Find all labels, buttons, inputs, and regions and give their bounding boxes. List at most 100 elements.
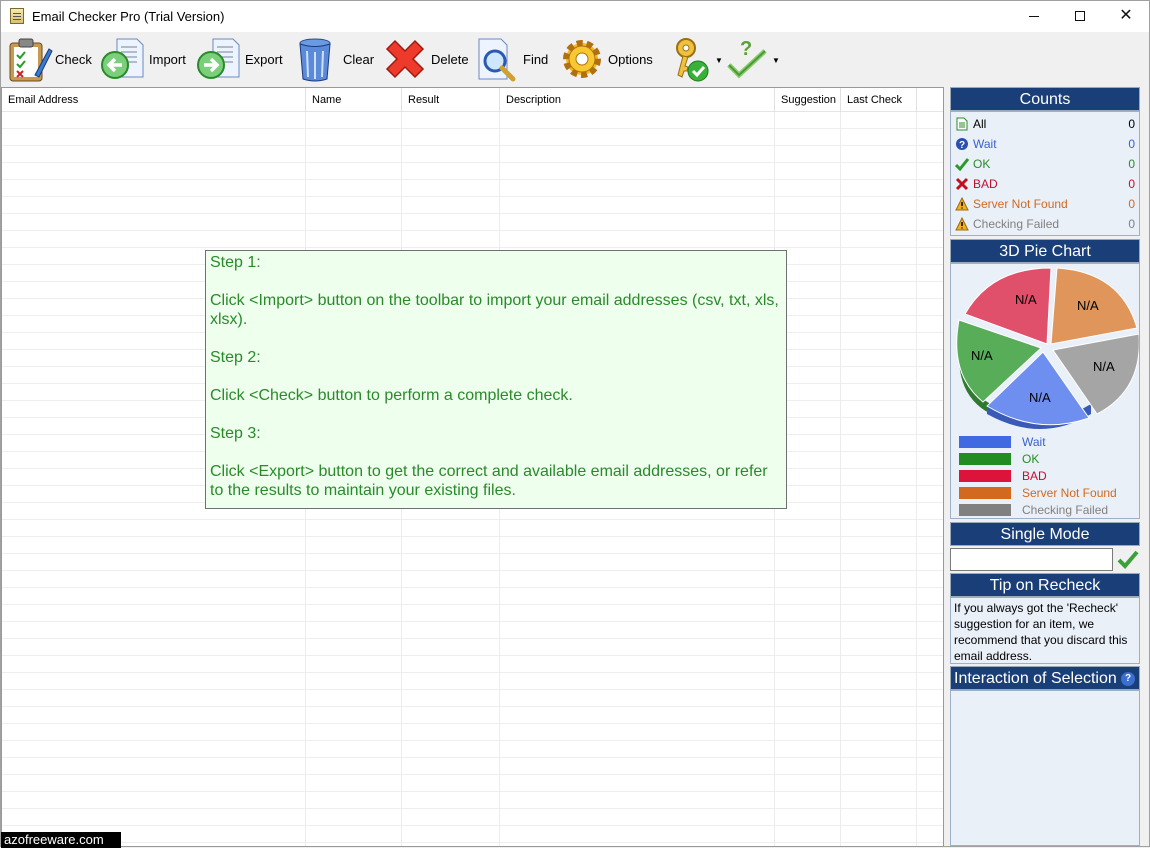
interaction-header[interactable]: Interaction of Selection ? bbox=[950, 666, 1140, 690]
legend-label-checking-failed: Checking Failed bbox=[1022, 503, 1109, 517]
pie-chart: N/A N/A N/A N/A N/A bbox=[956, 267, 1139, 429]
step1-title: Step 1: bbox=[210, 254, 261, 271]
step2-title: Step 2: bbox=[210, 349, 261, 366]
tip-text: If you always got the 'Recheck' suggesti… bbox=[954, 601, 1128, 663]
tip-panel: If you always got the 'Recheck' suggesti… bbox=[950, 597, 1140, 664]
help-dropdown-arrow-icon[interactable]: ▼ bbox=[772, 56, 780, 65]
pie-label-ok: N/A bbox=[971, 348, 993, 363]
check-button[interactable]: Check bbox=[5, 34, 92, 84]
count-label-all: All bbox=[973, 117, 987, 131]
count-row-server-not-found[interactable]: Server Not Found 0 bbox=[955, 194, 1137, 214]
cross-icon bbox=[955, 177, 969, 191]
count-value-checking-failed: 0 bbox=[1128, 217, 1135, 231]
red-x-icon bbox=[385, 39, 425, 79]
count-label-wait: Wait bbox=[973, 137, 997, 151]
count-row-all[interactable]: All 0 bbox=[955, 114, 1137, 134]
count-label-bad: BAD bbox=[973, 177, 998, 191]
app-clipboard-icon bbox=[10, 8, 24, 24]
step2-text: Click <Check> button to perform a comple… bbox=[210, 387, 573, 404]
clear-button[interactable]: Clear bbox=[293, 34, 374, 84]
legend-label-wait: Wait bbox=[1022, 435, 1046, 449]
column-header-email[interactable]: Email Address bbox=[2, 88, 306, 112]
legend-label-server-not-found: Server Not Found bbox=[1022, 486, 1117, 500]
export-button[interactable]: Export bbox=[195, 34, 283, 84]
count-row-wait[interactable]: ? Wait 0 bbox=[955, 134, 1137, 154]
count-row-ok[interactable]: OK 0 bbox=[955, 154, 1137, 174]
column-header-description[interactable]: Description bbox=[500, 88, 775, 112]
key-dropdown-arrow-icon[interactable]: ▼ bbox=[715, 56, 723, 65]
window-title: Email Checker Pro (Trial Version) bbox=[32, 9, 225, 24]
minimize-button[interactable] bbox=[1011, 1, 1057, 32]
find-button[interactable]: Find bbox=[473, 34, 548, 84]
column-header-result[interactable]: Result bbox=[402, 88, 500, 112]
close-button[interactable]: ✕ bbox=[1103, 1, 1149, 32]
title-bar: Email Checker Pro (Trial Version) ✕ bbox=[1, 1, 1149, 32]
toolbar: Check Import Export Clear Delete Find Op… bbox=[1, 32, 1149, 86]
find-label: Find bbox=[523, 51, 549, 67]
count-row-checking-failed[interactable]: Checking Failed 0 bbox=[955, 214, 1137, 234]
legend-label-ok: OK bbox=[1022, 452, 1040, 466]
interaction-panel bbox=[950, 690, 1140, 846]
trash-can-icon bbox=[299, 38, 331, 82]
import-icon bbox=[101, 38, 144, 79]
legend-swatch-server-not-found bbox=[959, 487, 1011, 499]
gear-icon bbox=[563, 40, 601, 78]
warning-icon bbox=[955, 217, 969, 231]
column-header-last-check[interactable]: Last Check bbox=[841, 88, 917, 112]
count-value-wait: 0 bbox=[1128, 137, 1135, 151]
key-icon bbox=[676, 38, 709, 82]
legend-label-bad: BAD bbox=[1022, 469, 1047, 483]
options-button[interactable]: Options bbox=[558, 34, 653, 84]
count-label-server-not-found: Server Not Found bbox=[973, 197, 1068, 211]
single-email-input[interactable] bbox=[950, 548, 1113, 571]
count-value-ok: 0 bbox=[1128, 157, 1135, 171]
export-label: Export bbox=[245, 51, 283, 67]
export-icon bbox=[197, 38, 240, 79]
register-key-button[interactable]: ▼ bbox=[666, 34, 723, 84]
pie-label-bad: N/A bbox=[1015, 292, 1037, 307]
single-check-icon[interactable] bbox=[1116, 547, 1140, 571]
column-header-name[interactable]: Name bbox=[306, 88, 402, 112]
help-button[interactable]: ? ▼ bbox=[723, 34, 780, 84]
options-label: Options bbox=[608, 51, 653, 67]
warning-icon bbox=[955, 197, 969, 211]
pie-chart-panel: N/A N/A N/A N/A N/A Wait OK BAD Server N… bbox=[950, 263, 1140, 519]
find-magnifier-icon bbox=[478, 38, 516, 82]
count-label-checking-failed: Checking Failed bbox=[973, 217, 1060, 231]
site-watermark: azofreeware.com bbox=[1, 832, 121, 848]
step1-text: Click <Import> button on the toolbar to … bbox=[210, 292, 779, 328]
help-icon[interactable]: ? bbox=[1121, 672, 1135, 686]
legend-swatch-wait bbox=[959, 436, 1011, 448]
svg-text:?: ? bbox=[740, 38, 752, 60]
legend-swatch-bad bbox=[959, 470, 1011, 482]
pie-label-server-not-found: N/A bbox=[1077, 298, 1099, 313]
legend-swatch-ok bbox=[959, 453, 1011, 465]
document-icon bbox=[956, 117, 968, 131]
step3-title: Step 3: bbox=[210, 425, 261, 442]
import-label: Import bbox=[149, 51, 186, 67]
getting-started-steps: Step 1: Click <Import> button on the too… bbox=[205, 250, 787, 509]
count-row-bad[interactable]: BAD 0 bbox=[955, 174, 1137, 194]
column-header-suggestion[interactable]: Suggestion bbox=[775, 88, 841, 112]
import-button[interactable]: Import bbox=[99, 34, 186, 84]
maximize-button[interactable] bbox=[1057, 1, 1103, 32]
counts-panel: All 0 ? Wait 0 OK 0 BAD 0 Server Not Fou… bbox=[950, 111, 1140, 236]
question-icon: ? bbox=[956, 138, 968, 151]
tip-header[interactable]: Tip on Recheck bbox=[950, 573, 1140, 597]
app-window: Email Checker Pro (Trial Version) ✕ Chec… bbox=[0, 0, 1150, 848]
counts-header[interactable]: Counts bbox=[950, 87, 1140, 111]
pie-label-checking-failed: N/A bbox=[1093, 359, 1115, 374]
count-value-server-not-found: 0 bbox=[1128, 197, 1135, 211]
count-value-bad: 0 bbox=[1128, 177, 1135, 191]
step3-text: Click <Export> button to get the correct… bbox=[210, 463, 768, 499]
legend-swatch-checking-failed bbox=[959, 504, 1011, 516]
svg-text:?: ? bbox=[959, 140, 965, 151]
single-mode-header[interactable]: Single Mode bbox=[950, 522, 1140, 546]
check-icon bbox=[955, 158, 969, 171]
clipboard-check-icon bbox=[9, 38, 53, 82]
count-label-ok: OK bbox=[973, 157, 991, 171]
pie-chart-header[interactable]: 3D Pie Chart bbox=[950, 239, 1140, 263]
count-value-all: 0 bbox=[1128, 117, 1135, 131]
delete-button[interactable]: Delete bbox=[381, 34, 469, 84]
help-check-icon: ? bbox=[727, 38, 767, 79]
